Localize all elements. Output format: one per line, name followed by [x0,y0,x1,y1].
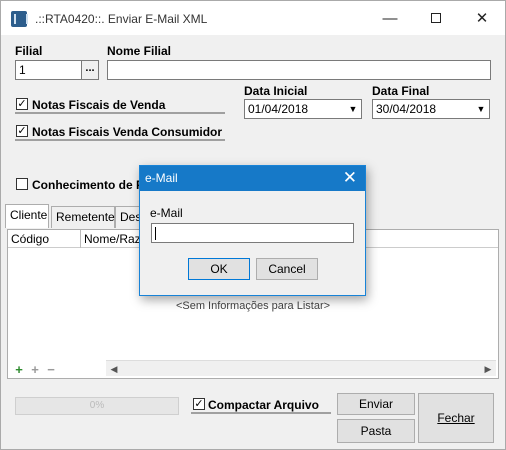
window-title: .::RTA0420::. Enviar E-Mail XML [35,12,208,26]
nome-filial-input[interactable] [107,60,491,80]
data-inicial-select[interactable]: 01/04/2018 ▼ [244,99,362,119]
tab-cliente[interactable]: Cliente [5,204,49,228]
filial-lookup-button[interactable]: ... [81,60,99,80]
divider [191,412,331,414]
conhecimento-label: Conhecimento de F [32,178,144,192]
column-header-codigo[interactable]: Código [11,232,49,246]
minimize-icon: — [382,9,398,27]
divider [15,112,225,114]
remove-icon[interactable]: − [43,363,59,377]
dialog-close-icon[interactable]: ✕ [343,168,357,188]
nome-filial-label: Nome Filial [107,44,172,58]
add-multiple-icon[interactable]: + [27,363,43,377]
cancel-button[interactable]: Cancel [256,258,318,280]
add-icon[interactable]: + [11,363,27,377]
scroll-right-icon[interactable]: ▶ [480,361,496,377]
filial-input[interactable]: 1 [15,60,82,80]
maximize-button[interactable] [413,1,459,35]
close-icon: ✕ [475,10,489,27]
ok-button[interactable]: OK [188,258,250,280]
pasta-button[interactable]: Pasta [337,419,415,443]
fechar-button[interactable]: Fechar [418,393,494,443]
column-header-nome[interactable]: Nome/Razã [84,232,147,246]
compactar-checkbox[interactable]: ✓ [193,398,205,410]
scroll-left-icon[interactable]: ◀ [106,361,122,377]
data-final-select[interactable]: 30/04/2018 ▼ [372,99,490,119]
filial-label: Filial [15,44,43,58]
email-field[interactable] [151,223,354,243]
data-final-label: Data Final [372,84,430,98]
compactar-label: Compactar Arquivo [208,398,319,412]
divider [15,139,225,141]
text-caret [155,227,156,240]
title-bar: .::RTA0420::. Enviar E-Mail XML — ✕ [1,1,505,35]
minimize-button[interactable]: — [367,1,413,35]
maximize-icon [431,13,441,23]
chevron-down-icon: ▼ [476,104,486,114]
horizontal-scrollbar[interactable]: ◀ ▶ [106,360,496,376]
data-inicial-label: Data Inicial [244,84,308,98]
notas-consumidor-checkbox[interactable]: ✓ [16,125,28,137]
data-final-value: 30/04/2018 [376,102,437,116]
column-separator [80,230,81,248]
tab-remetente[interactable]: Remetente [51,206,115,228]
app-icon [11,11,28,27]
notas-venda-label: Notas Fiscais de Venda [32,98,166,112]
empty-grid-message: <Sem Informações para Listar> [175,300,331,312]
dialog-title-bar: e-Mail ✕ [140,166,365,191]
conhecimento-checkbox[interactable] [16,178,28,190]
email-dialog: e-Mail ✕ e-Mail OK Cancel [139,165,366,296]
data-inicial-value: 01/04/2018 [248,102,309,116]
email-field-label: e-Mail [150,206,183,220]
dialog-title: e-Mail [145,171,178,185]
notas-consumidor-label: Notas Fiscais Venda Consumidor [32,125,223,139]
notas-venda-checkbox[interactable]: ✓ [16,98,28,110]
enviar-button[interactable]: Enviar [337,393,415,415]
progress-bar: 0% [15,397,179,415]
chevron-down-icon: ▼ [348,104,358,114]
close-button[interactable]: ✕ [459,1,505,35]
